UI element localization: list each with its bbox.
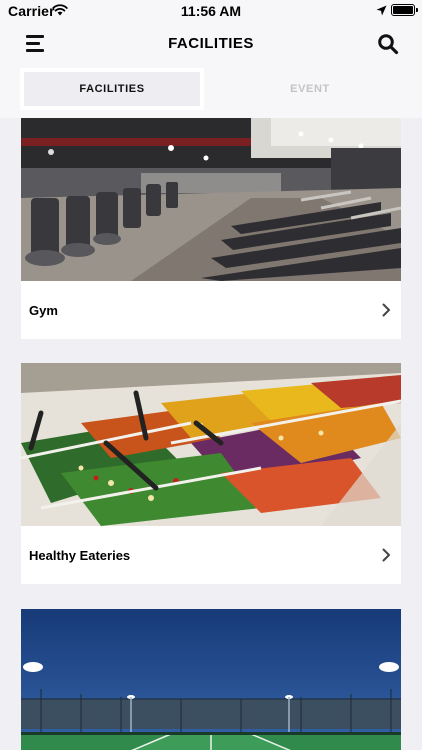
facility-label: Gym bbox=[29, 303, 58, 318]
tab-facilities[interactable]: FACILITIES bbox=[20, 68, 204, 110]
chevron-right-icon bbox=[382, 303, 390, 317]
status-bar: Carrier 11:56 AM bbox=[0, 0, 422, 22]
battery-tip bbox=[416, 8, 418, 12]
gym-photo bbox=[21, 118, 401, 281]
facility-card-healthy-eateries[interactable]: Healthy Eateries bbox=[21, 363, 401, 584]
tennis-court-photo bbox=[21, 609, 401, 750]
facilities-list: Gym Healthy Eateries bbox=[0, 118, 422, 750]
facility-label: Healthy Eateries bbox=[29, 548, 131, 563]
tab-event[interactable]: EVENT bbox=[220, 68, 400, 110]
facility-card-tennis[interactable] bbox=[21, 609, 401, 750]
navigation-bar: FACILITIES bbox=[0, 22, 422, 66]
battery-icon bbox=[391, 4, 415, 16]
status-time: 11:56 AM bbox=[180, 3, 242, 19]
location-arrow-icon bbox=[376, 5, 387, 16]
search-icon[interactable] bbox=[377, 33, 399, 55]
facility-card-footer: Gym bbox=[21, 281, 401, 339]
facility-card-footer: Healthy Eateries bbox=[21, 526, 401, 584]
chevron-right-icon bbox=[382, 548, 390, 562]
page-title: FACILITIES bbox=[168, 35, 254, 52]
segmented-tabs: FACILITIES EVENT bbox=[0, 66, 422, 118]
salad-bar-photo bbox=[21, 363, 401, 526]
facility-card-gym[interactable]: Gym bbox=[21, 118, 401, 339]
